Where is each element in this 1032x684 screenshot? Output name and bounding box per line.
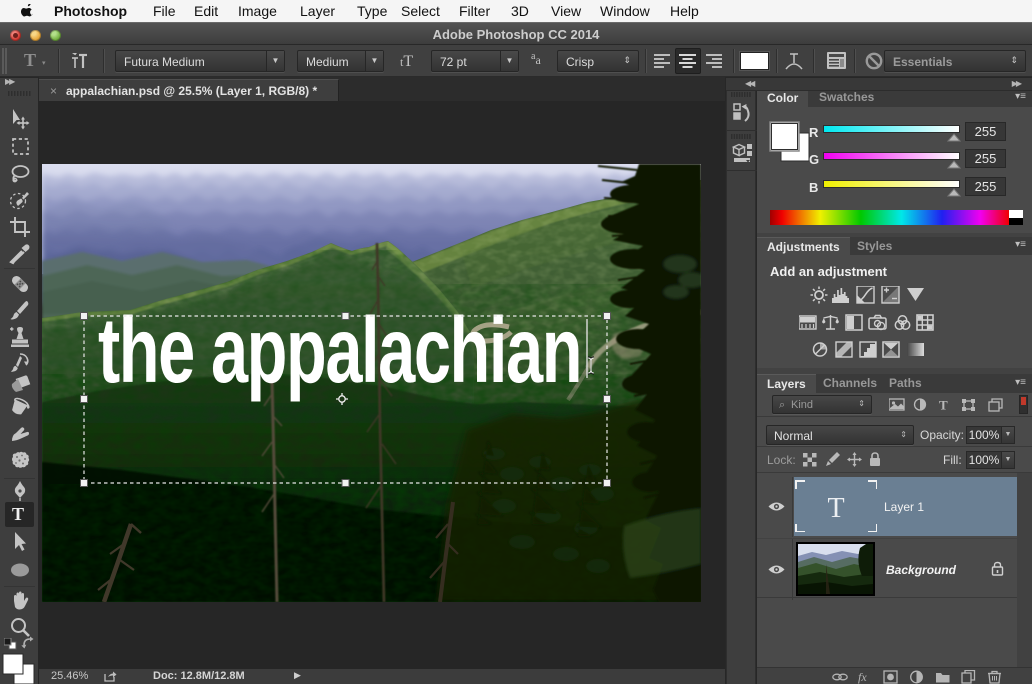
svg-text:T: T	[827, 493, 844, 524]
svg-text:T: T	[939, 398, 948, 412]
svg-text:fx: fx	[858, 670, 867, 684]
